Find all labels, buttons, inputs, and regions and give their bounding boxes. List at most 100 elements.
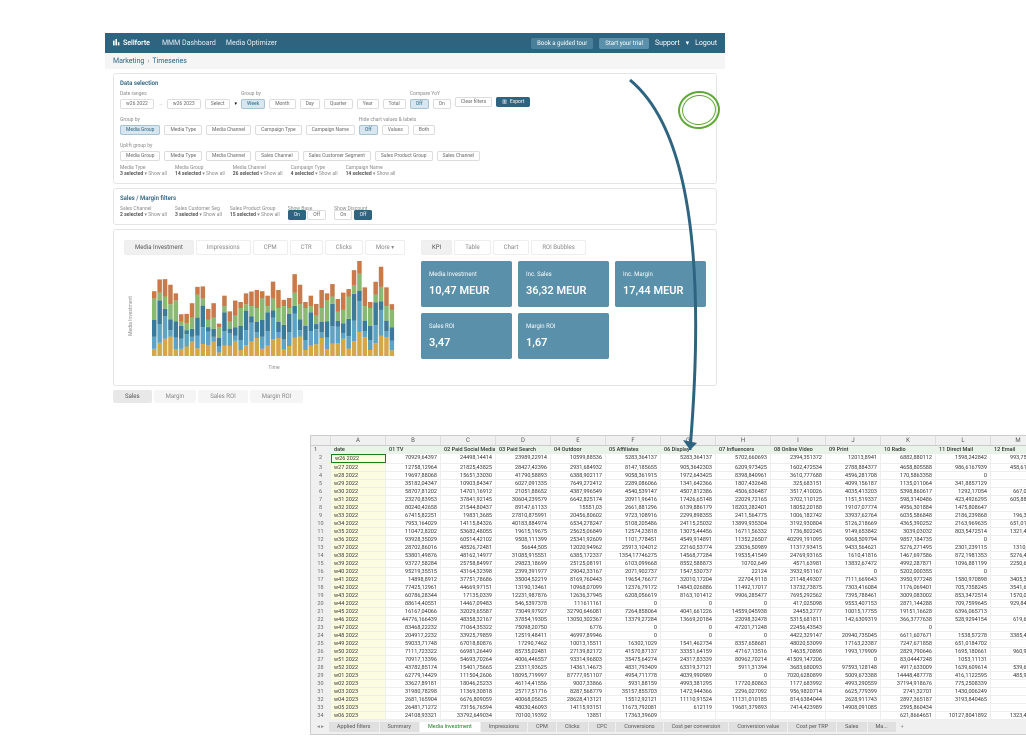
sheet-tab-11[interactable]: Sales [837, 722, 866, 732]
table-row[interactable]: 9w33 202267415,8225119831,368527810,8759… [311, 512, 1026, 520]
table-row[interactable]: 15w39 202293727,5828425758,8499729823,18… [311, 560, 1026, 568]
chart-tab-4[interactable]: Clicks [325, 240, 363, 255]
table-row[interactable]: 3w27 202212758,1296421825,4382528427,423… [311, 464, 1026, 472]
table-row[interactable]: 33w05 202326481,7127273156,7659448030,46… [311, 704, 1026, 712]
option-week[interactable]: Week [241, 99, 265, 109]
col-B[interactable]: B [386, 436, 441, 445]
bottom-tab-0[interactable]: Sales [113, 390, 152, 403]
table-row[interactable]: 21w45 202216167,0406632029,6558773049,97… [311, 608, 1026, 616]
breadcrumb-a[interactable]: Marketing [113, 57, 144, 65]
option-media-type[interactable]: Media Type [164, 151, 202, 161]
table-row[interactable]: 4w28 202219697,8806815651,3303041790,588… [311, 472, 1026, 480]
kpi-tab-2[interactable]: Chart [493, 240, 530, 255]
col-K[interactable]: K [881, 436, 936, 445]
option-sales-channel[interactable]: Sales Channel [437, 151, 481, 161]
sheet-tab-1[interactable]: Summary [380, 722, 419, 732]
table-row[interactable]: 12w36 202293928,3502960514,421029508,111… [311, 536, 1026, 544]
chart-tab-2[interactable]: CPM [253, 240, 288, 255]
start-trial-button[interactable]: Start your trial [599, 38, 649, 49]
sheet-tab-7[interactable]: Conversions [616, 722, 662, 732]
sheet-tab-9[interactable]: Conversion value [729, 722, 787, 732]
col-[interactable] [311, 436, 331, 445]
col-C[interactable]: C [441, 436, 496, 445]
table-row[interactable]: 18w42 202277425,1296144669,9715113190,13… [311, 584, 1026, 592]
breadcrumb-b[interactable]: Timeseries [152, 57, 186, 65]
kpi-tab-1[interactable]: Table [454, 240, 491, 255]
table-row[interactable]: 13w37 202228702,8601648526,7248156644,50… [311, 544, 1026, 552]
option-values[interactable]: Values [382, 125, 409, 135]
disc-off[interactable]: Off [354, 210, 373, 220]
table-row[interactable]: 30w02 202333627,8918118046,2523346114,41… [311, 680, 1026, 688]
logout-link[interactable]: Logout [695, 39, 717, 47]
sheet-tab-6[interactable]: CPC [589, 722, 616, 732]
table-row[interactable]: 26w50 20227111,72332266981,2644985735,02… [311, 648, 1026, 656]
base-off[interactable]: Off [307, 210, 326, 220]
col-H[interactable]: H [716, 436, 771, 445]
sheet-tab-0[interactable]: Applied filters [329, 722, 379, 732]
col-L[interactable]: L [936, 436, 991, 445]
chart-tab-1[interactable]: Impressions [196, 240, 251, 255]
table-row[interactable]: 32w04 20232681,1659046676,80905940068,05… [311, 696, 1026, 704]
bottom-tab-1[interactable]: Margin [154, 390, 197, 403]
table-row[interactable]: 6w30 202258707,8120214701,1691221051,886… [311, 488, 1026, 496]
chart-tab-5[interactable]: More ▾ [365, 240, 405, 255]
col-F[interactable]: F [606, 436, 661, 445]
table-row[interactable]: 24w48 2022204917,223233925,7985912519,48… [311, 632, 1026, 640]
table-row[interactable]: 14w38 202253801,4987648162,1497731085,91… [311, 552, 1026, 560]
col-D[interactable]: D [496, 436, 551, 445]
option-year[interactable]: Year [357, 99, 379, 109]
date-to[interactable]: w26 2023 [167, 99, 201, 109]
table-row[interactable]: 17w41 202214898,891237751,7868635004,522… [311, 576, 1026, 584]
date-select[interactable]: Select [205, 99, 231, 109]
kpi-tab-3[interactable]: ROI Bubbles [531, 240, 585, 255]
table-row[interactable]: 16w40 202295219,3551543164,323982399,391… [311, 568, 1026, 576]
table-row[interactable]: 20w44 202288614,4055114467,09483546,5397… [311, 600, 1026, 608]
option-campaign-type[interactable]: Campaign Type [255, 125, 301, 135]
table-row[interactable]: 23w47 202283468,2223271064,3532275098,20… [311, 624, 1026, 632]
table-row[interactable]: 2w26 202270929,6439724498,1441423989,229… [311, 454, 1026, 464]
col-M[interactable]: M [991, 436, 1026, 445]
col-A[interactable]: A [331, 436, 386, 445]
sheet-tab-4[interactable]: CPM [528, 722, 556, 732]
base-on[interactable]: On [288, 210, 306, 220]
table-row[interactable]: 10w34 20227953,16402914115,8432640183,88… [311, 520, 1026, 528]
option-day[interactable]: Day [300, 99, 320, 109]
table-row[interactable]: 29w01 202362779,14429111504,260618095,71… [311, 672, 1026, 680]
table-row[interactable]: 25w49 202259033,7174867018,8087617290,74… [311, 640, 1026, 648]
nav-dashboard[interactable]: MMM Dashboard [162, 39, 216, 47]
clear-filters-button[interactable]: Clear filters [455, 97, 492, 107]
option-sales-product-group[interactable]: Sales Product Group [375, 151, 433, 161]
option-off[interactable]: Off [359, 125, 378, 135]
col-G[interactable]: G [661, 436, 716, 445]
sheet-tab-3[interactable]: Impressions [481, 722, 527, 732]
bottom-tab-3[interactable]: Margin ROI [250, 390, 304, 403]
sheet-tab-10[interactable]: Cost per TRP [788, 722, 836, 732]
table-row[interactable]: 31w03 202331980,7829811369,3081825717,51… [311, 688, 1026, 696]
book-tour-button[interactable]: Book a guided tour [531, 38, 593, 49]
support-menu[interactable]: Support [655, 39, 680, 47]
bottom-tab-2[interactable]: Sales ROI [198, 390, 248, 403]
option-quarter[interactable]: Quarter [324, 99, 353, 109]
compare-off[interactable]: Off [410, 99, 429, 109]
nav-optimizer[interactable]: Media Optimizer [226, 39, 277, 47]
sheet-tab-2[interactable]: Media Investment [420, 722, 480, 732]
col-I[interactable]: I [771, 436, 826, 445]
option-media-group[interactable]: Media Group [120, 151, 160, 161]
kpi-tab-0[interactable]: KPI [421, 240, 452, 255]
export-button[interactable]: ▥ Export [496, 97, 530, 107]
table-row[interactable]: 34w06 202324108,9332133792,64903470100,1… [311, 712, 1026, 720]
option-month[interactable]: Month [269, 99, 295, 109]
table-row[interactable]: 11w35 2022110472,820253682,4805519615,19… [311, 528, 1026, 536]
table-row[interactable]: 5w29 202235182,0434710903,843476027,0913… [311, 480, 1026, 488]
disc-on[interactable]: On [334, 210, 352, 220]
option-campaign-name[interactable]: Campaign Name [306, 125, 355, 135]
chart-tab-3[interactable]: CTR [290, 240, 323, 255]
col-J[interactable]: J [826, 436, 881, 445]
compare-on[interactable]: On [433, 99, 451, 109]
option-sales-channel[interactable]: Sales Channel [255, 151, 299, 161]
table-row[interactable]: 19w43 202260786,2834417135,033912231,987… [311, 592, 1026, 600]
option-media-channel[interactable]: Media Channel [206, 151, 251, 161]
table-row[interactable]: 22w46 202244776,16643948358,3216737854,1… [311, 616, 1026, 624]
table-row[interactable]: 8w32 202280240,4265821544,8043789147,611… [311, 504, 1026, 512]
chart-tab-0[interactable]: Media Investment [124, 240, 194, 255]
